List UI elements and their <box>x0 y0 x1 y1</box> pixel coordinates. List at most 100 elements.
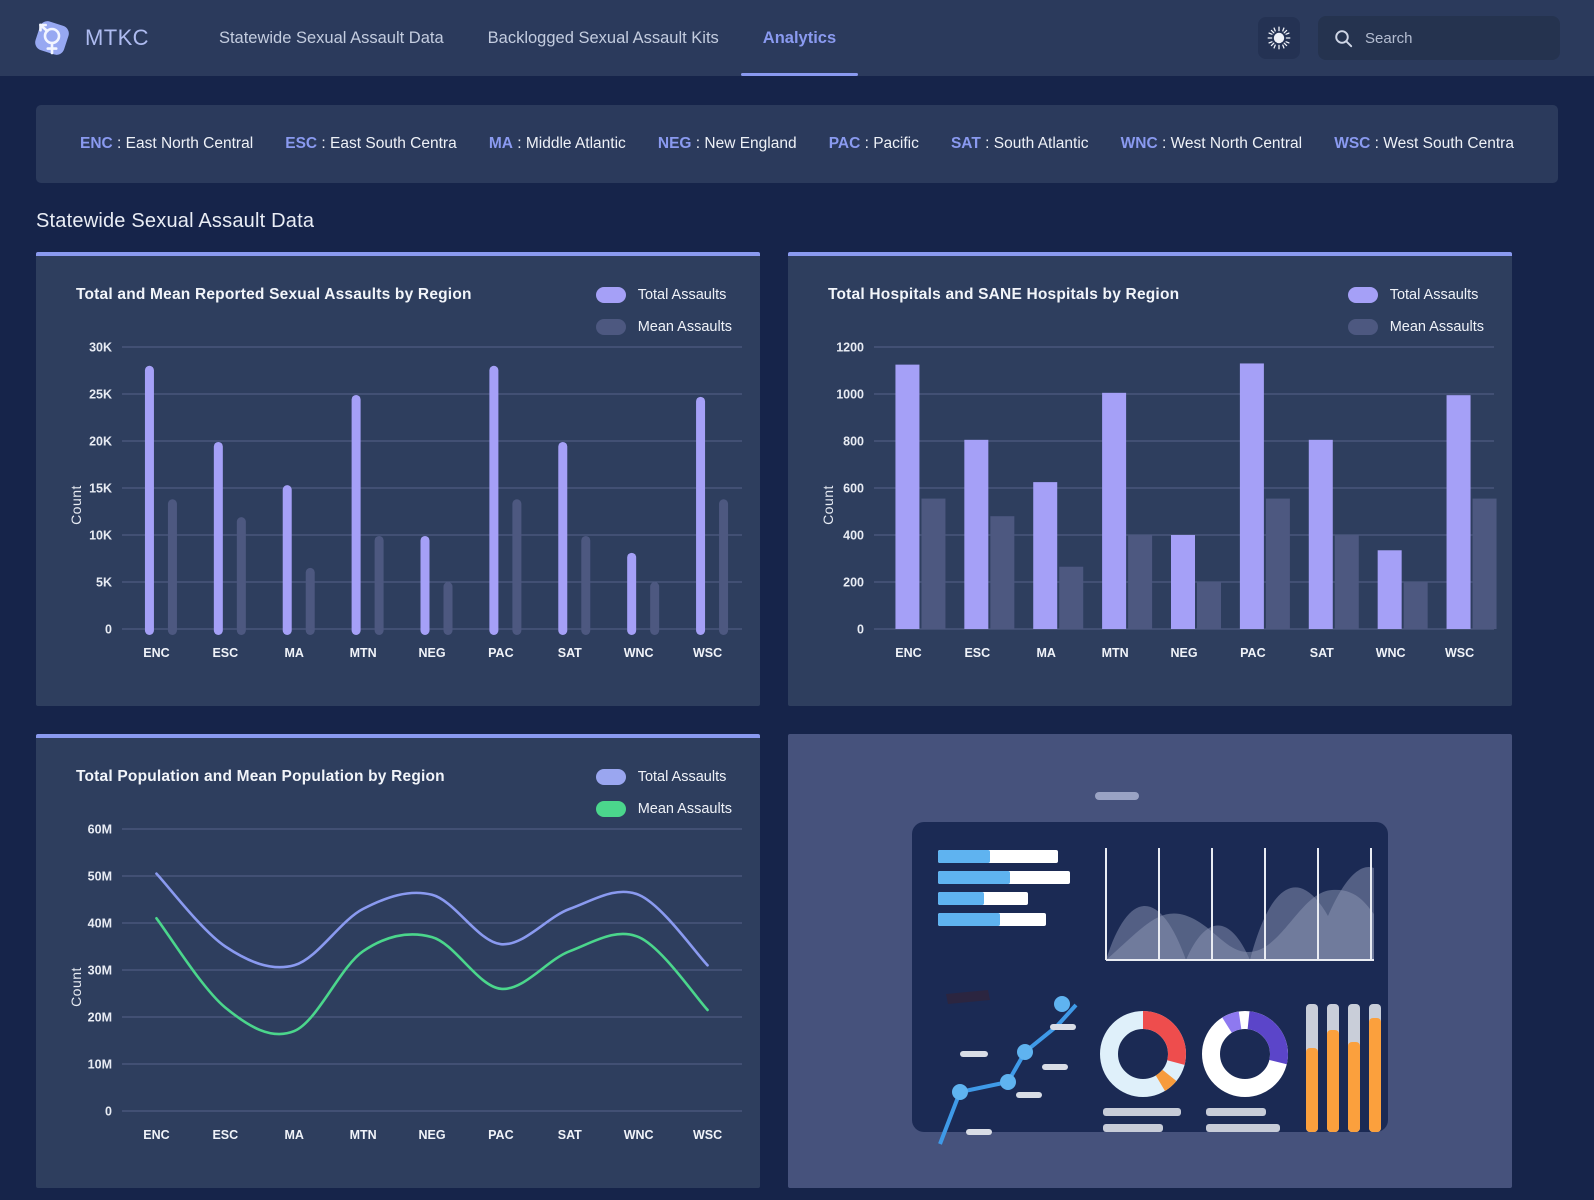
svg-text:60M: 60M <box>88 823 112 837</box>
legend-item-total-assaults[interactable]: Total Assaults <box>595 769 732 785</box>
abbrev-code: ESC <box>285 135 318 152</box>
region-abbreviation-legend: ENC : East North Central ESC : East Sout… <box>36 105 1558 183</box>
svg-text:20K: 20K <box>89 435 112 449</box>
card-header: Total Population and Mean Population by … <box>36 738 760 817</box>
chart-legend: Total Assaults Mean Assaults <box>1347 286 1484 335</box>
abbrev-name: West North Central <box>1170 135 1303 152</box>
abbrev-name: Middle Atlantic <box>525 135 626 152</box>
legend-swatch <box>595 319 626 335</box>
bar-chart-hospitals[interactable]: 0 200 400 600 800 1000 1200 ENC ESC MA MTN NEG PAC SA… <box>788 335 1512 675</box>
svg-text:ENC: ENC <box>143 1128 169 1142</box>
nav-tabs: Statewide Sexual Assault Data Backlogged… <box>197 0 859 76</box>
search-box[interactable] <box>1318 16 1560 60</box>
legend-swatch <box>595 287 626 303</box>
svg-text:10K: 10K <box>89 529 112 543</box>
svg-text:20M: 20M <box>88 1011 112 1025</box>
svg-text:ESC: ESC <box>212 1128 238 1142</box>
svg-text:PAC: PAC <box>488 1128 513 1142</box>
abbrev-item-ma: MA : Middle Atlantic <box>488 135 626 152</box>
svg-text:15K: 15K <box>89 482 112 496</box>
svg-text:0: 0 <box>857 623 864 637</box>
svg-text:NEG: NEG <box>418 1128 445 1142</box>
abbrev-item-enc: ENC : East North Central <box>80 135 254 152</box>
svg-text:NEG: NEG <box>418 646 445 660</box>
abbrev-item-sat: SAT : South Atlantic <box>950 135 1089 152</box>
abbrev-name: New England <box>704 135 797 152</box>
chart-plot-area: Count 0 200 400 600 800 1000 1200 ENC ESC MA MTN NE… <box>788 335 1497 675</box>
svg-text:SAT: SAT <box>558 646 582 660</box>
abbrev-item-wnc: WNC : West North Central <box>1120 135 1303 152</box>
abbrev-code: WNC <box>1120 135 1158 152</box>
svg-text:MA: MA <box>1036 646 1055 660</box>
abbrev-code: NEG <box>657 135 692 152</box>
svg-text:800: 800 <box>843 435 864 449</box>
svg-text:10M: 10M <box>88 1058 112 1072</box>
svg-text:30M: 30M <box>88 964 112 978</box>
chart-legend: Total Assaults Mean Assaults <box>595 286 732 335</box>
chart-legend: Total Assaults Mean Assaults <box>595 768 732 817</box>
legend-label: Mean Assaults <box>637 801 732 817</box>
sun-icon[interactable] <box>1258 17 1300 59</box>
svg-text:MA: MA <box>284 646 303 660</box>
abbrev-item-neg: NEG : New England <box>657 135 797 152</box>
svg-text:ESC: ESC <box>212 646 238 660</box>
brand-name: MTKC <box>85 25 149 50</box>
svg-text:NEG: NEG <box>1170 646 1197 660</box>
card-header: Total and Mean Reported Sexual Assaults … <box>36 256 760 335</box>
svg-text:WNC: WNC <box>624 646 654 660</box>
svg-text:0: 0 <box>105 623 112 637</box>
legend-label: Total Assaults <box>1389 287 1479 303</box>
svg-text:SAT: SAT <box>1310 646 1334 660</box>
card-illustration <box>788 734 1512 1188</box>
svg-text:50M: 50M <box>88 870 112 884</box>
dashboard-grid: Total and Mean Reported Sexual Assaults … <box>36 252 1558 1188</box>
svg-text:WNC: WNC <box>1376 646 1406 660</box>
abbrev-code: ENC <box>80 135 113 152</box>
chart-title: Total Hospitals and SANE Hospitals by Re… <box>828 286 1180 303</box>
svg-text:0: 0 <box>105 1105 112 1119</box>
svg-text:MTN: MTN <box>350 646 377 660</box>
tab-backlogged-sexual-assault-kits[interactable]: Backlogged Sexual Assault Kits <box>466 0 741 76</box>
svg-text:1000: 1000 <box>836 388 864 402</box>
abbrev-name: South Atlantic <box>993 135 1089 152</box>
legend-swatch <box>595 769 626 785</box>
svg-text:WNC: WNC <box>624 1128 654 1142</box>
abbrev-item-wsc: WSC : West South Centra <box>1334 135 1514 152</box>
abbrev-item-pac: PAC : Pacific <box>828 135 919 152</box>
legend-swatch <box>595 801 626 817</box>
abbrev-name: West South Centra <box>1383 135 1514 152</box>
svg-text:WSC: WSC <box>693 646 722 660</box>
tab-analytics[interactable]: Analytics <box>740 0 859 76</box>
card-total-mean-assaults: Total and Mean Reported Sexual Assaults … <box>36 252 760 706</box>
search-input[interactable] <box>1365 29 1525 47</box>
svg-text:MTN: MTN <box>350 1128 377 1142</box>
svg-text:40M: 40M <box>88 917 112 931</box>
svg-text:ESC: ESC <box>964 646 990 660</box>
legend-item-mean-assaults[interactable]: Mean Assaults <box>595 319 732 335</box>
chart-plot-area: Count 0 10M 20M 30M 40M 50M 60M ENC ESC MA MTN NEG P… <box>36 817 742 1157</box>
abbrev-name: East South Centra <box>330 135 457 152</box>
svg-text:ENC: ENC <box>895 646 921 660</box>
tab-statewide-sexual-assault-data[interactable]: Statewide Sexual Assault Data <box>197 0 466 76</box>
svg-text:1200: 1200 <box>836 341 864 355</box>
legend-item-mean-assaults[interactable]: Mean Assaults <box>595 801 732 817</box>
svg-text:PAC: PAC <box>488 646 513 660</box>
card-hospitals-sane: Total Hospitals and SANE Hospitals by Re… <box>788 252 1512 706</box>
legend-swatch <box>1347 287 1378 303</box>
svg-text:SAT: SAT <box>558 1128 582 1142</box>
top-bar-actions <box>1258 0 1560 76</box>
legend-item-total-assaults[interactable]: Total Assaults <box>595 287 732 303</box>
bar-chart-assaults[interactable]: 0 5K 10K 15K 20K 25K 30K ENC ESC MA MTN NEG PAC SAT WN… <box>36 335 760 675</box>
abbrev-code: PAC <box>828 135 861 152</box>
legend-item-mean-assaults[interactable]: Mean Assaults <box>1347 319 1484 335</box>
page-title: Statewide Sexual Assault Data <box>36 210 315 232</box>
legend-label: Total Assaults <box>637 769 727 785</box>
gender-symbol-icon <box>30 16 74 60</box>
brand[interactable]: MTKC <box>30 16 149 60</box>
top-navigation-bar: MTKC Statewide Sexual Assault Data Backl… <box>0 0 1594 76</box>
svg-text:MTN: MTN <box>1102 646 1129 660</box>
legend-item-total-assaults[interactable]: Total Assaults <box>1347 287 1484 303</box>
svg-text:PAC: PAC <box>1240 646 1265 660</box>
line-chart-population[interactable]: 0 10M 20M 30M 40M 50M 60M ENC ESC MA MTN NEG PAC SAT W… <box>36 817 760 1157</box>
legend-label: Mean Assaults <box>637 319 732 335</box>
